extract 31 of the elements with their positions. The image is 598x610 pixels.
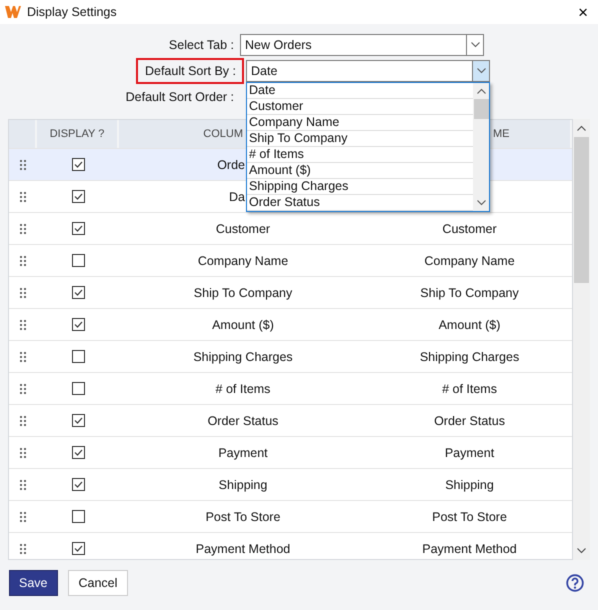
- table-cell: Da: [229, 190, 245, 204]
- table-cell: Shipping Charges: [193, 350, 293, 364]
- table-cell: Payment Method: [196, 542, 290, 556]
- table-cell: Shipping: [218, 478, 268, 492]
- table-cell: Company Name: [198, 254, 288, 268]
- table-cell: Payment Method: [422, 542, 517, 556]
- field-label: Default Sort Order :: [124, 90, 235, 104]
- column-header: DISPLAY ?: [50, 128, 104, 140]
- field-label: Default Sort By :: [136, 58, 244, 84]
- table-cell: Post To Store: [432, 510, 507, 524]
- table-cell: Amount ($): [438, 318, 500, 332]
- table-cell: Company Name: [424, 254, 515, 268]
- column-header: COLUM: [203, 128, 243, 140]
- table-cell: Orde: [217, 158, 245, 172]
- table-cell: Shipping: [445, 478, 494, 492]
- table-cell: Customer: [216, 222, 270, 236]
- table-cell: Shipping Charges: [420, 350, 520, 364]
- table-cell: # of Items: [442, 382, 497, 396]
- table-cell: Ship To Company: [194, 286, 292, 300]
- table-cell: Payment: [444, 446, 494, 460]
- window-title: Display Settings: [27, 5, 117, 19]
- table-cell: Ship To Company: [420, 286, 519, 300]
- field-label: Select Tab :: [168, 38, 235, 52]
- table-cell: Customer: [442, 222, 497, 236]
- table-cell: Order Status: [434, 414, 505, 428]
- column-header: ME: [493, 128, 510, 140]
- table-cell: # of Items: [216, 382, 270, 396]
- table-cell: Order Status: [208, 414, 278, 428]
- table-cell: Amount ($): [212, 318, 274, 332]
- table-cell: Post To Store: [206, 510, 280, 524]
- table-cell: Payment: [218, 446, 268, 460]
